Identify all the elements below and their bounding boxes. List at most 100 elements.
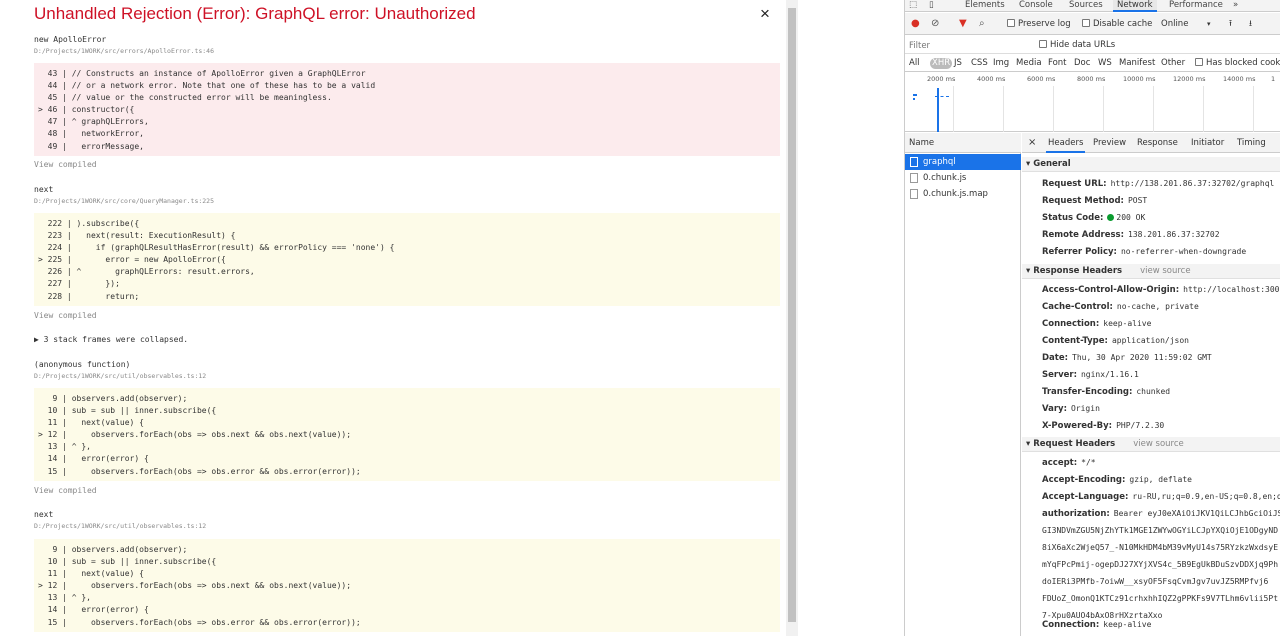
timeline-marker	[937, 88, 939, 132]
tab-performance[interactable]: Performance	[1169, 0, 1223, 12]
code-line: 10 | sub = sub || inner.subscribe({	[38, 406, 217, 416]
more-tabs-icon[interactable]: »	[1233, 0, 1238, 12]
tab-initiator[interactable]: Initiator	[1191, 133, 1224, 153]
type-all[interactable]: All	[909, 58, 920, 69]
code-line: 14 | error(error) {	[38, 454, 149, 464]
view-compiled-link[interactable]: View compiled	[34, 160, 97, 169]
type-font[interactable]: Font	[1048, 58, 1067, 69]
code-frame: 43 | // Constructs an instance of Apollo…	[34, 63, 780, 156]
frame-function-name: new ApolloError	[34, 35, 107, 44]
code-line: 44 | // or a network error. Note that on…	[38, 81, 376, 91]
type-css[interactable]: CSS	[971, 58, 988, 69]
section-request-headers[interactable]: ▾ Request Headers view source	[1022, 437, 1280, 452]
tab-response[interactable]: Response	[1137, 133, 1178, 153]
tab-network[interactable]: Network	[1113, 0, 1157, 12]
request-details: × Headers Preview Response Initiator Tim…	[1022, 133, 1280, 636]
resource-type-filter: All XHR JS CSS Img Media Font Doc WS Man…	[905, 55, 1280, 72]
view-source-link[interactable]: view source	[1133, 439, 1184, 449]
chevron-down-icon[interactable]: ▾	[1207, 17, 1211, 31]
header-value-continuation: GI3NDVmZGU5NjZhYTk1MGE1ZWYwOGYiLCJpYXQiO…	[1042, 526, 1279, 535]
device-toolbar-icon[interactable]: ▯	[929, 0, 934, 12]
error-title: Unhandled Rejection (Error): GraphQL err…	[34, 4, 476, 23]
hide-data-urls-checkbox[interactable]: Hide data URLs	[1039, 38, 1115, 52]
type-media[interactable]: Media	[1016, 58, 1042, 69]
name-column-header[interactable]: Name	[905, 133, 1021, 153]
clear-icon[interactable]: ⊘	[931, 17, 939, 31]
section-response-headers[interactable]: ▾ Response Headers view source	[1022, 264, 1280, 279]
download-icon[interactable]: ⭳	[1249, 17, 1252, 31]
code-line: 45 | // value or the constructed error w…	[38, 93, 332, 103]
view-compiled-link[interactable]: View compiled	[34, 311, 97, 320]
inspect-element-icon[interactable]: ⬚	[909, 0, 917, 12]
timeline-tick: 14000 ms	[1223, 75, 1256, 83]
code-line: 228 | return;	[38, 291, 140, 301]
header-row: Content-Type: application/json	[1042, 336, 1189, 346]
view-compiled-link[interactable]: View compiled	[34, 486, 97, 495]
timeline-gridline	[953, 86, 954, 132]
tab-sources[interactable]: Sources	[1069, 0, 1103, 12]
type-ws[interactable]: WS	[1098, 58, 1112, 69]
code-line: 10 | sub = sub || inner.subscribe({	[38, 557, 217, 567]
type-manifest[interactable]: Manifest	[1119, 58, 1155, 69]
code-line: 49 | errorMessage,	[38, 141, 144, 151]
code-line: 15 | observers.forEach(obs => obs.error …	[38, 466, 361, 476]
preserve-log-checkbox[interactable]: Preserve log	[1007, 17, 1071, 31]
frame-file-path[interactable]: D:/Projects/1WORK/src/util/observables.t…	[34, 372, 206, 380]
timeline-tick: 10000 ms	[1123, 75, 1156, 83]
timeline-tick: 12000 ms	[1173, 75, 1206, 83]
type-xhr[interactable]: XHR	[930, 58, 953, 69]
tab-timing[interactable]: Timing	[1237, 133, 1266, 153]
frame-file-path[interactable]: D:/Projects/1WORK/src/errors/ApolloError…	[34, 47, 214, 55]
overlay-scrollbar-thumb[interactable]	[788, 8, 796, 622]
search-icon[interactable]: ⌕	[979, 17, 985, 31]
tab-preview[interactable]: Preview	[1093, 133, 1126, 153]
filter-input[interactable]	[909, 39, 1029, 52]
code-line: 222 | ).subscribe({	[38, 219, 140, 228]
timeline-tick: 2000 ms	[927, 75, 956, 83]
file-icon	[910, 173, 918, 183]
header-row: Request URL: http://138.201.86.37:32702/g…	[1042, 179, 1275, 189]
disable-cache-checkbox[interactable]: Disable cache	[1082, 17, 1152, 31]
timeline-gridline	[1203, 86, 1204, 132]
header-row: Access-Control-Allow-Origin: http://local…	[1042, 285, 1280, 295]
close-icon[interactable]: ×	[760, 5, 770, 23]
request-row-chunk-js[interactable]: 0.chunk.js	[905, 170, 1021, 186]
network-timeline[interactable]: 2000 ms 4000 ms 6000 ms 8000 ms 10000 ms…	[905, 72, 1280, 132]
close-details-icon[interactable]: ×	[1028, 133, 1036, 153]
type-img[interactable]: Img	[993, 58, 1009, 69]
header-row: Status Code: 200 OK	[1042, 213, 1146, 223]
code-frame: 9 | observers.add(observer); 10 | sub = …	[34, 539, 780, 632]
has-blocked-cookies-checkbox[interactable]: Has blocked cookies	[1195, 58, 1280, 69]
throttling-select[interactable]: Online	[1161, 17, 1188, 31]
frame-file-path[interactable]: D:/Projects/1WORK/src/util/observables.t…	[34, 522, 206, 530]
filter-icon[interactable]: ▼	[959, 17, 967, 31]
frame-function-name: (anonymous function)	[34, 360, 131, 369]
record-icon[interactable]: ●	[911, 17, 920, 31]
code-line: 9 | observers.add(observer);	[38, 394, 188, 403]
timeline-bar	[935, 96, 949, 98]
timeline-tick: 6000 ms	[1027, 75, 1056, 83]
collapsed-frames-toggle[interactable]: ▶ 3 stack frames were collapsed.	[34, 335, 188, 344]
header-row: Accept-Encoding: gzip, deflate	[1042, 475, 1192, 485]
tab-headers[interactable]: Headers	[1046, 133, 1086, 153]
header-row: Request Method: POST	[1042, 196, 1148, 206]
view-source-link[interactable]: view source	[1140, 266, 1191, 276]
header-row: Referrer Policy: no-referrer-when-downgra…	[1042, 247, 1247, 257]
type-other[interactable]: Other	[1161, 58, 1185, 69]
devtools-tab-bar: ⬚ ▯ Elements Console Sources Network Per…	[905, 0, 1280, 12]
tab-elements[interactable]: Elements	[965, 0, 1005, 12]
frame-file-path[interactable]: D:/Projects/1WORK/src/core/QueryManager.…	[34, 197, 214, 205]
request-row-chunk-map[interactable]: 0.chunk.js.map	[905, 186, 1021, 202]
tab-console[interactable]: Console	[1019, 0, 1053, 12]
header-row: Connection: keep-alive	[1042, 319, 1152, 329]
type-js[interactable]: JS	[954, 58, 962, 69]
status-ok-icon	[1107, 214, 1115, 221]
type-doc[interactable]: Doc	[1074, 58, 1090, 69]
timeline-bar	[913, 98, 915, 100]
devtools-panel: ⬚ ▯ Elements Console Sources Network Per…	[904, 0, 1280, 636]
request-row-graphql[interactable]: graphql	[905, 154, 1021, 170]
code-line: 43 | // Constructs an instance of Apollo…	[38, 69, 366, 78]
code-line: 15 | observers.forEach(obs => obs.error …	[38, 617, 361, 627]
section-general[interactable]: ▾ General	[1022, 157, 1280, 172]
upload-icon[interactable]: ⭱	[1229, 17, 1232, 31]
